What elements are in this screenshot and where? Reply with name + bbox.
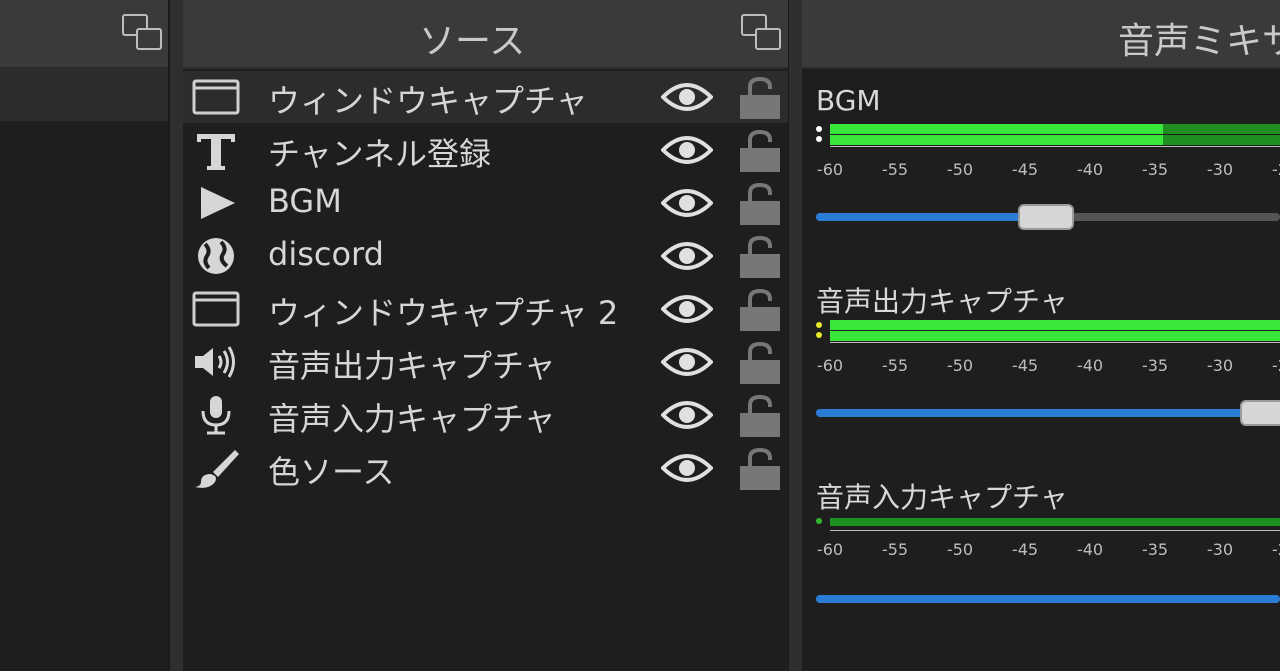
unlock-icon[interactable] bbox=[738, 395, 782, 437]
channel-name: BGM bbox=[816, 84, 881, 117]
mixer-channel-bgm: BGM -60 -55 -50 -45 -40 -35 -30 -2 bbox=[802, 84, 1280, 274]
sources-undock-icon[interactable] bbox=[741, 14, 783, 56]
source-label: チャンネル登録 bbox=[268, 135, 492, 173]
channel-name: 音声出力キャプチャ bbox=[816, 285, 1068, 318]
globe-icon bbox=[198, 238, 234, 274]
unlock-icon[interactable] bbox=[738, 448, 782, 490]
eye-icon[interactable] bbox=[661, 342, 713, 382]
sources-dock-header: ソース bbox=[183, 0, 788, 69]
meter-bar bbox=[830, 135, 1280, 145]
slider-fill bbox=[816, 595, 1280, 603]
sources-dock-title: ソース bbox=[419, 21, 526, 62]
channel-name: 音声入力キャプチャ bbox=[816, 481, 1068, 514]
meter-scale: -60 -55 -50 -45 -40 -35 -30 -2 bbox=[816, 160, 1280, 179]
source-label: 色ソース bbox=[268, 453, 395, 491]
eye-icon[interactable] bbox=[661, 77, 713, 117]
source-label: 音声出力キャプチャ bbox=[268, 347, 556, 385]
brush-icon bbox=[195, 450, 239, 488]
source-item-discord[interactable]: discord bbox=[183, 230, 788, 282]
eye-icon[interactable] bbox=[661, 448, 713, 488]
unlock-icon[interactable] bbox=[738, 236, 782, 278]
meter-fill bbox=[830, 124, 1163, 134]
source-label: ウィンドウキャプチャ 2 bbox=[268, 294, 619, 332]
slider-handle[interactable] bbox=[1018, 204, 1074, 230]
source-item-color-source[interactable]: 色ソース bbox=[183, 442, 788, 494]
meter-bar bbox=[830, 331, 1280, 341]
meter-fill bbox=[830, 320, 1280, 330]
peak-indicator bbox=[816, 518, 822, 524]
eye-icon[interactable] bbox=[661, 183, 713, 223]
slider-fill bbox=[816, 213, 1026, 221]
scenes-undock-icon[interactable] bbox=[122, 14, 164, 56]
source-item-bgm[interactable]: BGM bbox=[183, 177, 788, 229]
mixer-dock-header: 音声ミキサ bbox=[802, 0, 1280, 69]
source-label: BGM bbox=[268, 182, 342, 220]
microphone-icon bbox=[201, 396, 231, 435]
volume-slider[interactable] bbox=[816, 204, 1280, 230]
meter-bar bbox=[830, 518, 1280, 526]
peak-indicator bbox=[816, 322, 822, 328]
unlock-icon[interactable] bbox=[738, 342, 782, 384]
eye-icon[interactable] bbox=[661, 130, 713, 170]
eye-icon[interactable] bbox=[661, 289, 713, 329]
text-icon bbox=[197, 134, 235, 170]
mixer-dock-title: 音声ミキサ bbox=[1118, 21, 1280, 62]
unlock-icon[interactable] bbox=[738, 289, 782, 331]
source-item-window-capture-2[interactable]: ウィンドウキャプチャ 2 bbox=[183, 283, 788, 335]
meter-bar bbox=[830, 124, 1280, 134]
volume-slider[interactable] bbox=[816, 400, 1280, 426]
audio-mixer-dock: 音声ミキサ BGM -60 -55 -50 -45 -40 -35 -30 -2 bbox=[802, 0, 1280, 671]
meter-fill bbox=[830, 331, 1280, 341]
unlock-icon[interactable] bbox=[738, 77, 782, 119]
eye-icon[interactable] bbox=[661, 395, 713, 435]
window-icon bbox=[192, 291, 240, 327]
media-play-icon bbox=[201, 187, 235, 219]
volume-slider[interactable] bbox=[816, 586, 1280, 612]
slider-fill bbox=[816, 409, 1246, 417]
peak-indicator bbox=[816, 126, 822, 132]
scenes-dock bbox=[0, 0, 168, 671]
peak-indicator bbox=[816, 136, 822, 142]
window-icon bbox=[192, 79, 240, 115]
volume-meter: -60 -55 -50 -45 -40 -35 -30 -2 bbox=[816, 514, 1280, 568]
source-item-window-capture[interactable]: ウィンドウキャプチャ bbox=[183, 71, 788, 123]
meter-scale: -60 -55 -50 -45 -40 -35 -30 -2 bbox=[816, 540, 1280, 559]
source-label: discord bbox=[268, 235, 384, 273]
mixer-channel-audio-output: 音声出力キャプチャ -60 -55 -50 -45 -40 -35 -30 -2 bbox=[802, 280, 1280, 470]
meter-scale: -60 -55 -50 -45 -40 -35 -30 -2 bbox=[816, 356, 1280, 375]
volume-meter: -60 -55 -50 -45 -40 -35 -30 -2 bbox=[816, 122, 1280, 179]
meter-bar bbox=[830, 320, 1280, 330]
meter-fill bbox=[830, 135, 1163, 145]
unlock-icon[interactable] bbox=[738, 183, 782, 225]
source-label: ウィンドウキャプチャ bbox=[268, 82, 588, 120]
slider-handle[interactable] bbox=[1240, 400, 1280, 426]
volume-meter: -60 -55 -50 -45 -40 -35 -30 -2 bbox=[816, 318, 1280, 375]
source-item-audio-output-capture[interactable]: 音声出力キャプチャ bbox=[183, 336, 788, 388]
speaker-icon bbox=[195, 346, 235, 378]
sources-dock: ソース ウィンドウキャプチャ チャンネル登録 BGM discord ウィンドウ… bbox=[183, 0, 788, 671]
meter-ticks bbox=[830, 342, 1280, 357]
dock-splitter[interactable] bbox=[170, 0, 183, 671]
meter-ticks bbox=[830, 146, 1280, 161]
mixer-channel-audio-input: 音声入力キャプチャ -60 -55 -50 -45 -40 -35 -30 -2 bbox=[802, 476, 1280, 666]
scene-item-selected[interactable] bbox=[0, 69, 168, 121]
source-item-channel-register[interactable]: チャンネル登録 bbox=[183, 124, 788, 176]
source-item-audio-input-capture[interactable]: 音声入力キャプチャ bbox=[183, 389, 788, 441]
scenes-dock-header bbox=[0, 0, 168, 69]
unlock-icon[interactable] bbox=[738, 130, 782, 172]
source-label: 音声入力キャプチャ bbox=[268, 400, 556, 438]
eye-icon[interactable] bbox=[661, 236, 713, 276]
peak-indicator bbox=[816, 332, 822, 338]
dock-splitter[interactable] bbox=[789, 0, 802, 671]
